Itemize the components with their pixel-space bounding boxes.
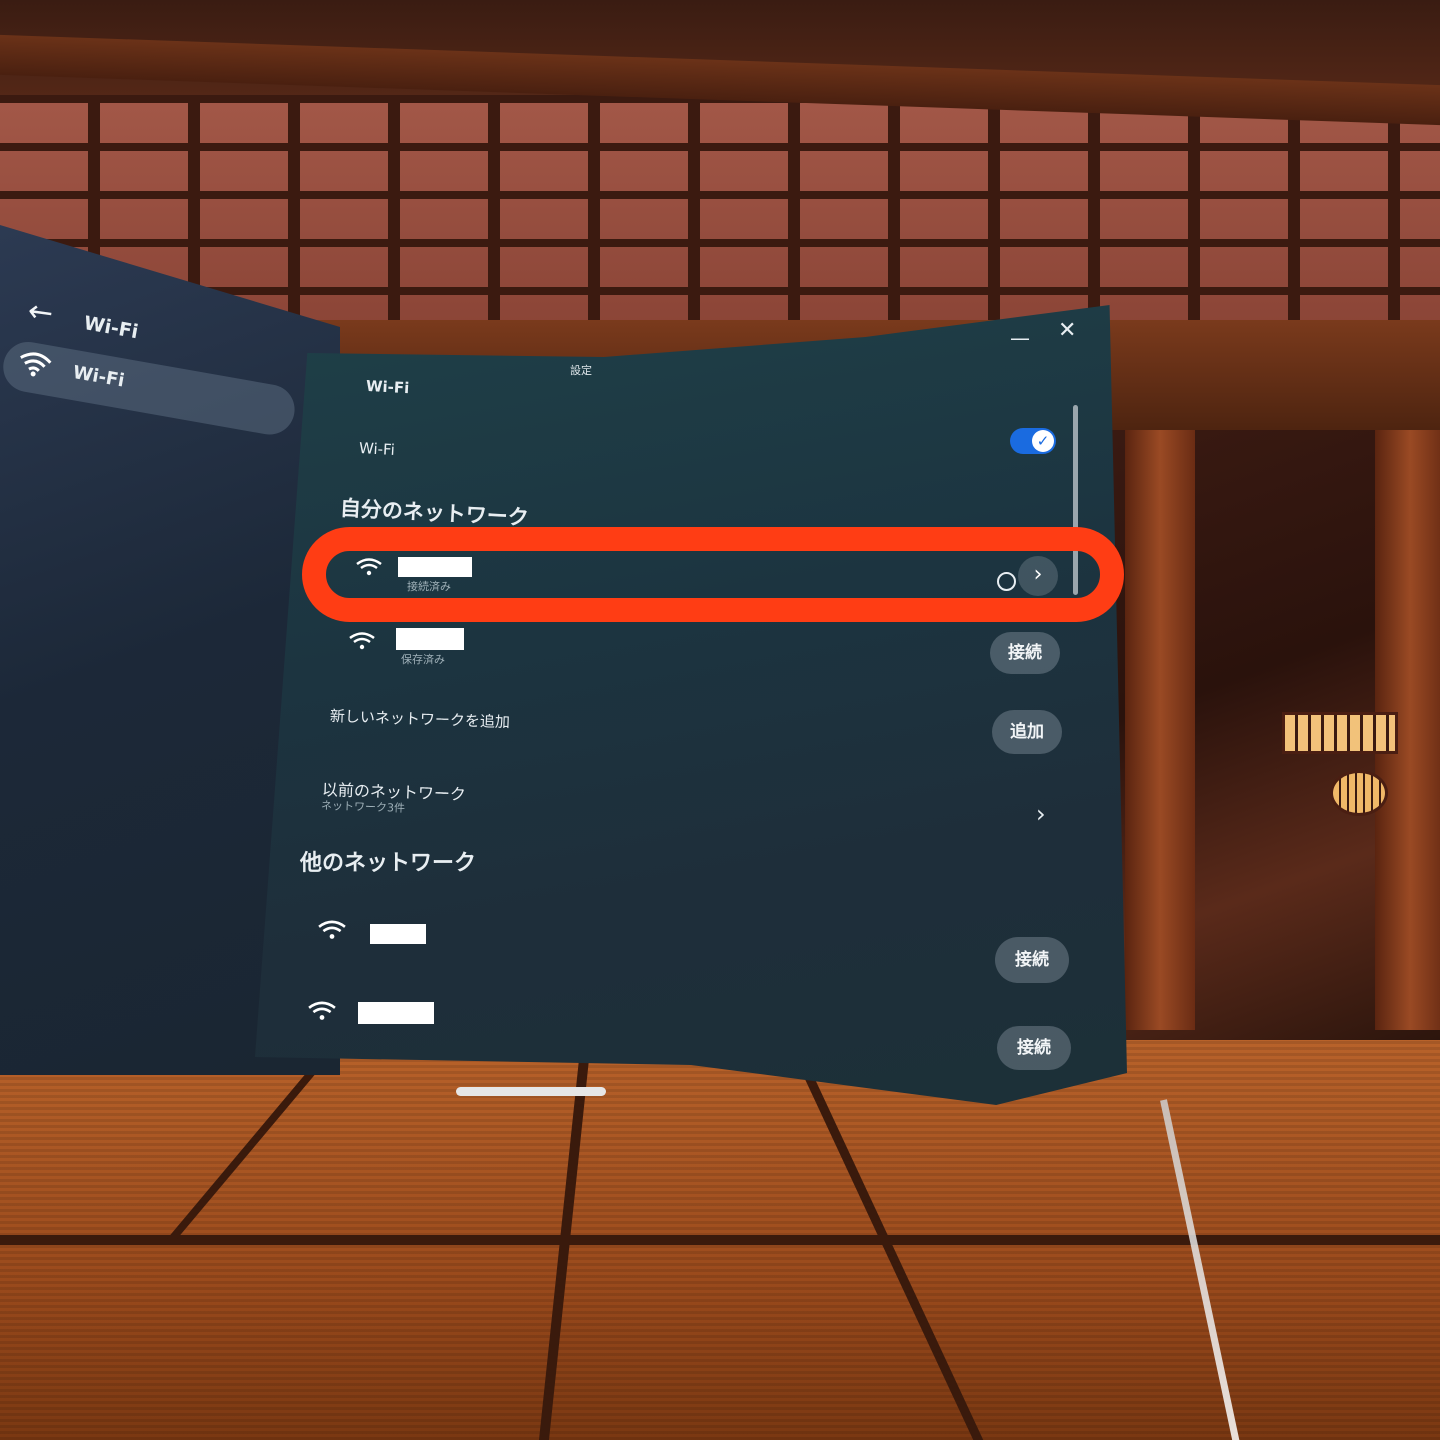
wifi-icon: [15, 348, 54, 383]
connect-button[interactable]: 接続: [997, 1026, 1071, 1070]
connect-button[interactable]: 接続: [995, 937, 1069, 983]
wifi-icon: [349, 631, 375, 655]
round-window: [1330, 770, 1388, 816]
network-row-other[interactable]: [315, 915, 975, 965]
network-name-redacted: [370, 924, 426, 944]
wifi-icon: [318, 919, 346, 945]
highlight-annotation: [302, 527, 1124, 622]
wooden-pillar: [1125, 430, 1195, 1030]
connect-button[interactable]: 接続: [990, 632, 1060, 674]
network-name-redacted: [396, 628, 464, 650]
check-icon: ✓: [1032, 430, 1054, 452]
network-row-saved[interactable]: 保存済み: [345, 625, 985, 675]
window-title: 設定: [570, 364, 592, 377]
network-row-other[interactable]: [305, 995, 965, 1045]
wifi-toggle[interactable]: ✓: [1010, 428, 1056, 454]
settings-panel: [255, 305, 1127, 1105]
page-title: Wi-Fi: [365, 376, 410, 398]
back-arrow-icon[interactable]: ←: [26, 293, 56, 331]
previous-networks-count: ネットワーク3件: [320, 799, 406, 815]
other-networks-heading: 他のネットワーク: [300, 851, 477, 876]
wifi-toggle-label: Wi-Fi: [358, 439, 396, 459]
minimize-icon[interactable]: —: [1010, 326, 1030, 350]
add-network-button[interactable]: 追加: [992, 710, 1062, 754]
chevron-right-icon[interactable]: ›: [1036, 800, 1046, 828]
close-icon[interactable]: ✕: [1058, 318, 1076, 343]
network-name-redacted: [358, 1002, 434, 1024]
window-grab-bar[interactable]: [456, 1087, 606, 1096]
sidebar-item-label: Wi-Fi: [71, 361, 127, 392]
network-status: 保存済み: [401, 653, 445, 666]
wifi-icon: [308, 1000, 336, 1026]
lit-window: [1282, 712, 1398, 754]
